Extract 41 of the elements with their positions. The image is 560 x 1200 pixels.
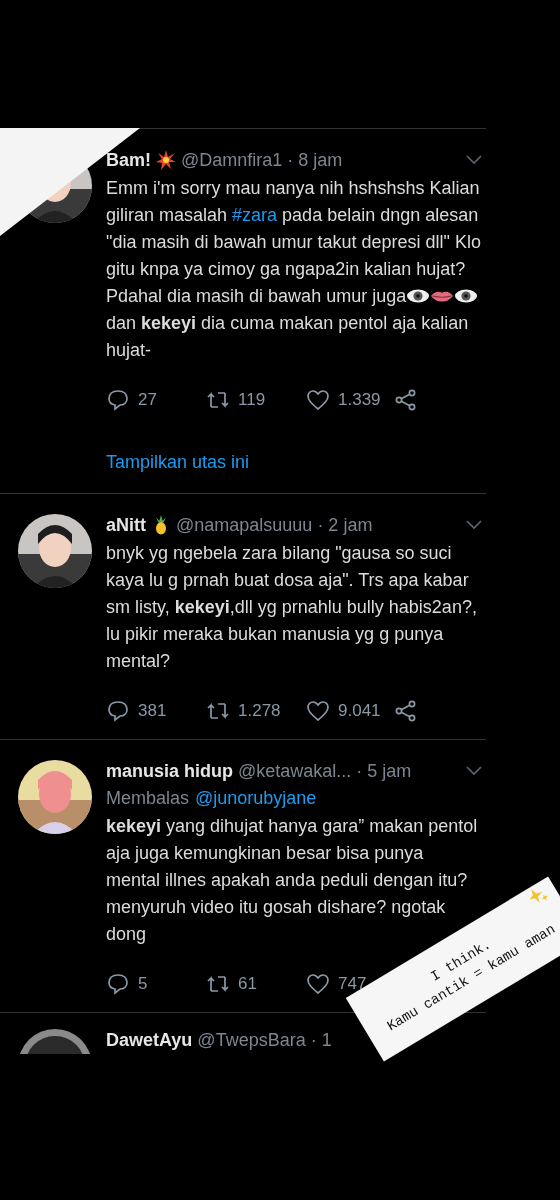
hashtag-link[interactable]: #zara <box>232 205 278 225</box>
reply-icon[interactable] <box>106 972 130 996</box>
tweet-text: bnyk yg ngebela zara bilang "gausa so suci kaya lu g prnah buat dosa aja". Trs apa kabar sm listy, kekeyi,dll yg prnahlu bully habis2an?, lu pikir meraka bukan manusia yg g punya mental? <box>106 542 478 673</box>
tweet-time: · 8 jam <box>287 149 343 171</box>
burst-icon <box>156 150 176 170</box>
chevron-icon[interactable] <box>466 520 482 530</box>
user-name[interactable]: manusia hidup <box>106 760 233 782</box>
user-name[interactable]: DawetAyu <box>106 1029 193 1051</box>
chevron-icon[interactable] <box>466 766 482 776</box>
user-name[interactable]: aNitt <box>106 514 146 536</box>
reply-count: 5 <box>138 974 148 994</box>
heart-icon[interactable] <box>306 388 330 412</box>
mention-link[interactable]: @junorubyjane <box>195 788 317 809</box>
reply-count: 27 <box>138 390 157 410</box>
retweet-count: 1.278 <box>238 701 281 721</box>
tweet-text: Emm i'm sorry mau nanya nih hshshshs Kalian giliran masalah #zara pada belain dngn alesan "dia masih di bawah umur takut depresi dll" Klo gitu knpa ya cimoy ga ngapa2in kalian hujat? Pdahal dia masih di bawah umur juga dan kekeyi dia cuma makan pentol aja kalian hujat- <box>106 177 482 362</box>
reply-count: 381 <box>138 701 167 721</box>
retweet-count: 61 <box>238 974 257 994</box>
chevron-icon[interactable] <box>466 155 482 165</box>
reply-icon[interactable] <box>106 699 130 723</box>
tweet-time: · 5 jam <box>356 760 412 782</box>
user-handle[interactable]: @ketawakal... <box>238 760 352 782</box>
retweet-count: 119 <box>238 390 266 410</box>
like-count: 1.339 <box>338 390 381 410</box>
share-icon[interactable] <box>394 388 418 412</box>
heart-icon[interactable] <box>306 699 330 723</box>
user-handle[interactable]: @namapalsuuuu <box>176 514 313 536</box>
like-count: 747 <box>338 974 367 994</box>
heart-icon[interactable] <box>306 972 330 996</box>
user-handle[interactable]: @TwepsBara · 1 <box>197 1029 332 1051</box>
user-handle[interactable]: @Damnfira1 <box>181 149 283 171</box>
eye-icon <box>407 288 430 304</box>
eye-icon <box>455 288 478 304</box>
share-icon[interactable] <box>394 699 418 723</box>
tweet-text: kekeyi yang dihujat hanya gara” makan pentol aja juga kemungkinan besar bisa punya mental illnes apakah anda peduli dengan itu? menyuruh video itu gosah dishare? ngotak dong <box>106 815 479 945</box>
reply-icon[interactable] <box>106 388 130 412</box>
reply-label: Membalas <box>106 788 190 809</box>
show-thread-link[interactable]: Tampilkan utas ini <box>106 452 250 473</box>
user-name[interactable]: Bam! <box>106 149 151 171</box>
tweet-time: · 2 jam <box>317 514 373 536</box>
like-count: 9.041 <box>338 701 381 721</box>
